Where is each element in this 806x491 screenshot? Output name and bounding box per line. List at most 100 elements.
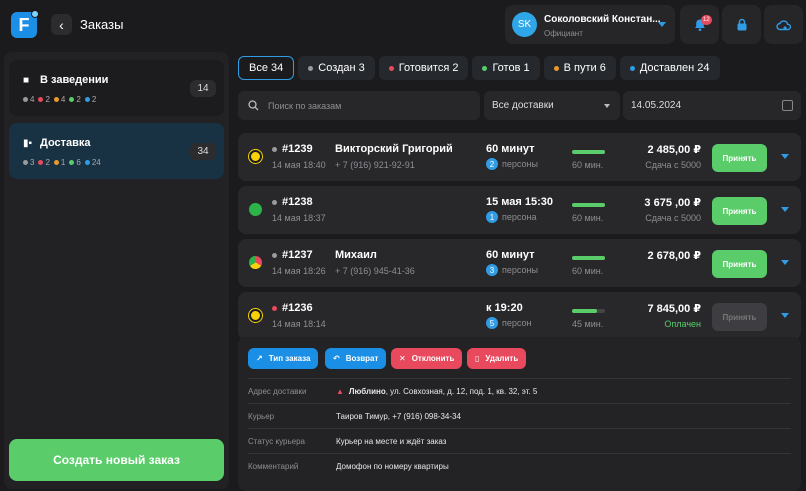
- button-label: Возврат: [345, 354, 379, 363]
- sidebar-item-count: 14: [190, 80, 216, 97]
- delivery-time: 15 мая 15:30: [486, 196, 554, 208]
- customer-phone: + 7 (916) 921-92-91: [335, 160, 415, 170]
- persons-label: персон: [502, 318, 532, 328]
- date-value: 14.05.2024: [631, 100, 682, 111]
- orders-list: #1239 14 мая 18:40 Викторский Григорий +…: [238, 125, 801, 491]
- stat-value: 24: [91, 158, 101, 167]
- order-payment-status: Оплачен: [664, 319, 701, 329]
- chevron-down-icon[interactable]: [781, 260, 789, 265]
- accept-button[interactable]: Принять: [712, 144, 767, 172]
- stat-value: 3: [30, 158, 35, 167]
- tab-ready[interactable]: Готов 1: [472, 56, 540, 80]
- persons-count: 2: [486, 158, 498, 170]
- building-icon: ■: [23, 75, 30, 86]
- lock-button[interactable]: [722, 5, 761, 44]
- sidebar-item-in-venue[interactable]: ■ В заведении 14 4 2 4 2 2: [9, 60, 224, 116]
- date-picker[interactable]: 14.05.2024: [623, 91, 801, 120]
- detail-key: Курьер: [248, 411, 275, 421]
- persons-count: 1: [486, 211, 498, 223]
- reject-button[interactable]: ✕ Отклонить: [391, 348, 463, 369]
- status-counts: 3 2 1 6 24: [23, 158, 101, 167]
- search-placeholder: Поиск по заказам: [268, 100, 342, 111]
- order-row[interactable]: #1238 14 мая 18:37 15 мая 15:30 1 персона…: [238, 186, 801, 234]
- stat-value: 4: [30, 95, 35, 104]
- detail-row: Комментарий Домофон по номеру квартиры: [248, 453, 791, 478]
- user-role: Официант: [544, 29, 583, 38]
- refund-button[interactable]: ↶ Возврат: [325, 348, 387, 369]
- detail-value: Домофон по номеру квартиры: [336, 461, 449, 471]
- order-number: #1236: [282, 302, 313, 314]
- tab-label: Готов 1: [492, 62, 530, 74]
- calendar-icon: [782, 100, 793, 111]
- sidebar-item-delivery[interactable]: ▮▪ Доставка 34 3 2 1 6 24: [9, 123, 224, 179]
- tab-label: Создан 3: [318, 62, 365, 74]
- stat-value: 1: [60, 158, 66, 167]
- progress-minutes: 60 мин.: [572, 266, 604, 276]
- order-number: #1239: [282, 143, 313, 155]
- order-price: 2 485,00 ₽: [647, 144, 701, 156]
- button-label: Удалить: [485, 354, 519, 363]
- persons-label: персоны: [502, 265, 538, 275]
- order-change: Сдача с 5000: [645, 160, 701, 170]
- progress-bar: [572, 203, 605, 207]
- chevron-down-icon[interactable]: [781, 154, 789, 159]
- order-number: #1237: [282, 249, 313, 261]
- delivery-select[interactable]: Все доставки: [484, 91, 620, 120]
- chevron-down-icon: [604, 104, 610, 108]
- tab-all[interactable]: Все 34: [238, 56, 295, 80]
- progress-minutes: 60 мин.: [572, 213, 604, 223]
- search-input[interactable]: Поиск по заказам: [238, 91, 480, 120]
- sidebar: ■ В заведении 14 4 2 4 2 2 ▮▪ Доставка 3…: [4, 52, 229, 489]
- restaurant-logo-icon: [249, 203, 262, 216]
- accept-button[interactable]: Принять: [712, 303, 767, 331]
- close-icon: ✕: [399, 354, 406, 363]
- detail-row: Статус курьера Курьер на месте и ждёт за…: [248, 428, 791, 453]
- app-logo[interactable]: F: [11, 10, 39, 38]
- order-row[interactable]: #1237 14 мая 18:26 Михаил + 7 (916) 945-…: [238, 239, 801, 287]
- accept-button[interactable]: Принять: [712, 197, 767, 225]
- undo-icon: ↶: [333, 354, 340, 363]
- detail-value: Курьер на месте и ждёт заказ: [336, 436, 447, 446]
- restaurant-logo-icon: [249, 256, 262, 269]
- accept-button[interactable]: Принять: [712, 250, 767, 278]
- search-icon: [248, 100, 259, 111]
- persons-count: 3: [486, 264, 498, 276]
- button-label: Отклонить: [411, 354, 455, 363]
- back-button[interactable]: ‹: [51, 14, 72, 35]
- cloud-settings-button[interactable]: [764, 5, 803, 44]
- metro-icon: ▲: [336, 386, 344, 396]
- order-date: 14 мая 18:26: [272, 266, 326, 276]
- chevron-down-icon[interactable]: [781, 207, 789, 212]
- expand-icon: ↗: [256, 354, 263, 363]
- progress-minutes: 45 мин.: [572, 319, 604, 329]
- delivery-select-value: Все доставки: [492, 100, 554, 111]
- detail-row: Адрес доставки ▲ Люблино, ул. Совхозная, …: [248, 378, 791, 403]
- order-row[interactable]: #1239 14 мая 18:40 Викторский Григорий +…: [238, 133, 801, 181]
- tab-delivered[interactable]: Доставлен 24: [619, 56, 720, 80]
- sidebar-item-label: В заведении: [40, 74, 109, 86]
- progress-bar: [572, 309, 605, 313]
- tab-created[interactable]: Создан 3: [298, 56, 375, 80]
- detail-key: Статус курьера: [248, 436, 305, 446]
- customer-name: Викторский Григорий: [335, 143, 453, 155]
- order-row[interactable]: #1236 14 мая 18:14 к 19:20 5 персон 45 ми…: [238, 292, 801, 340]
- notifications-button[interactable]: 12: [680, 5, 719, 44]
- order-type-button[interactable]: ↗ Тип заказа: [248, 348, 319, 369]
- tab-cooking[interactable]: Готовится 2: [378, 56, 469, 80]
- tab-on-the-way[interactable]: В пути 6: [543, 56, 616, 80]
- tab-label: В пути 6: [563, 62, 606, 74]
- restaurant-logo-icon: [249, 150, 262, 163]
- persons-label: персона: [502, 212, 537, 222]
- order-number: #1238: [282, 196, 313, 208]
- create-order-button[interactable]: Создать новый заказ: [9, 439, 224, 481]
- stat-value: 2: [45, 95, 50, 104]
- delete-button[interactable]: ▯ Удалить: [467, 348, 527, 369]
- user-menu[interactable]: SK Соколовский Констан... Официант: [505, 5, 675, 44]
- delivery-time: 60 минут: [486, 143, 535, 155]
- order-price: 7 845,00 ₽: [647, 303, 701, 315]
- tab-label: Готовится 2: [398, 62, 459, 74]
- chevron-down-icon[interactable]: [781, 313, 789, 318]
- customer-name: Михаил: [335, 249, 377, 261]
- persons-label: персоны: [502, 159, 538, 169]
- truck-icon: ▮▪: [23, 138, 33, 149]
